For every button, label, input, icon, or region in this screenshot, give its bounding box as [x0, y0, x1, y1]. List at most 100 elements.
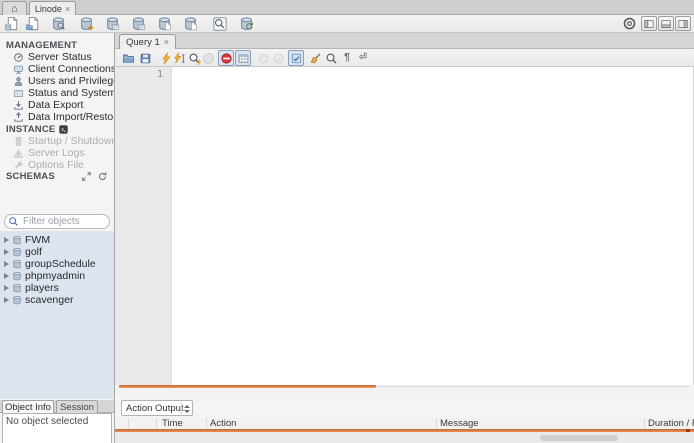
open-sql-script-button[interactable]: [24, 15, 42, 32]
data-export-icon: [13, 100, 24, 111]
main-toolbar: [0, 15, 694, 33]
output-scrollbar-thumb[interactable]: [540, 435, 618, 441]
execute-lightning-icon: [160, 52, 173, 65]
sidebar-item-status-system-variables[interactable]: Status and System Variables: [0, 87, 114, 99]
column-separator: [644, 418, 645, 429]
inspector-icon: [51, 16, 66, 31]
beautify-button[interactable]: [307, 50, 323, 66]
create-view-icon: [131, 16, 146, 31]
connection-tab-linode[interactable]: Linode ×: [29, 1, 76, 15]
schema-item-phpmyadmin[interactable]: phpmyadmin: [0, 270, 114, 282]
column-header-time[interactable]: Time: [162, 418, 183, 429]
expand-icon: [81, 171, 92, 182]
toggle-stop-on-error-button[interactable]: [218, 50, 234, 66]
search-settings-button[interactable]: [620, 15, 638, 32]
sidebar-item-server-logs[interactable]: Server Logs: [0, 147, 114, 159]
sidebar-item-data-export[interactable]: Data Export: [0, 99, 114, 111]
rollback-icon: [272, 52, 285, 65]
schema-item-groupschedule[interactable]: groupSchedule: [0, 258, 114, 270]
commit-button[interactable]: [255, 50, 271, 66]
line-number: 1: [156, 69, 163, 80]
create-schema-button[interactable]: [77, 15, 95, 32]
limit-rows-button[interactable]: [235, 50, 251, 66]
schema-item-fwm[interactable]: FWM: [0, 234, 114, 246]
sql-editor-region: Query 1 × ¶ ⏎ 1 Action Output Time Actio…: [115, 33, 694, 443]
search-table-data-button[interactable]: [210, 15, 228, 32]
expand-arrow-icon[interactable]: [4, 297, 9, 303]
circle-gear-icon: [622, 16, 637, 31]
sidebar-item-data-import[interactable]: Data Import/Restore: [0, 111, 114, 123]
schema-icon: [12, 235, 22, 245]
stop-button[interactable]: [200, 50, 216, 66]
schema-icon: [12, 295, 22, 305]
sidebar-item-startup-shutdown[interactable]: Startup / Shutdown: [0, 135, 114, 147]
column-header-duration[interactable]: Duration / Fetch: [648, 418, 694, 429]
close-icon[interactable]: ×: [65, 4, 70, 14]
sidebar-item-client-connections[interactable]: Client Connections: [0, 63, 114, 75]
column-header-action[interactable]: Action: [210, 418, 236, 429]
output-type-select[interactable]: Action Output: [121, 400, 193, 416]
toggle-bottom-panel-button[interactable]: [658, 16, 674, 31]
tab-object-info[interactable]: Object Info: [2, 400, 54, 413]
create-table-button[interactable]: [103, 15, 121, 32]
close-icon[interactable]: ×: [164, 37, 169, 47]
schema-item-golf[interactable]: golf: [0, 246, 114, 258]
instance-title-label: INSTANCE: [6, 124, 56, 135]
sidebar-item-label: Users and Privileges: [28, 75, 114, 87]
create-view-button[interactable]: [129, 15, 147, 32]
limit-rows-grid-icon: [237, 52, 250, 65]
sidebar-item-label: Options File: [28, 159, 85, 171]
sidebar-item-users-privileges[interactable]: Users and Privileges: [0, 75, 114, 87]
create-table-icon: [105, 16, 120, 31]
tab-label: Session: [60, 401, 94, 413]
panel-bottom-icon: [660, 18, 672, 30]
expand-arrow-icon[interactable]: [4, 261, 9, 267]
rollback-button[interactable]: [270, 50, 286, 66]
wrap-text-button[interactable]: ⏎: [355, 50, 371, 66]
schema-item-scavenger[interactable]: scavenger: [0, 294, 114, 306]
schema-filter-input[interactable]: [4, 214, 110, 229]
sidebar-item-label: Data Import/Restore: [28, 111, 114, 123]
refresh-schemas-button[interactable]: [97, 171, 108, 182]
select-spinner-icon[interactable]: [181, 403, 190, 414]
sql-code-editor[interactable]: 1: [115, 67, 694, 385]
tab-session[interactable]: Session: [56, 400, 98, 413]
new-sql-tab-button[interactable]: [3, 15, 21, 32]
schema-label: players: [25, 282, 59, 294]
panel-splitter[interactable]: [115, 388, 694, 396]
instance-badge-icon: [58, 124, 69, 135]
toggle-autocommit-button[interactable]: [288, 50, 304, 66]
output-table-header: Time Action Message Duration / Fetch: [115, 418, 694, 429]
sidebar: MANAGEMENT Server Status Client Connecti…: [0, 33, 114, 443]
schema-icon: [12, 259, 22, 269]
system-variables-icon: [13, 88, 24, 99]
toggle-left-panel-button[interactable]: [641, 16, 657, 31]
reconnect-dbms-button[interactable]: [237, 15, 255, 32]
expand-arrow-icon[interactable]: [4, 237, 9, 243]
toggle-right-panel-button[interactable]: [675, 16, 691, 31]
sidebar-item-server-status[interactable]: Server Status: [0, 51, 114, 63]
schema-label: scavenger: [25, 294, 74, 306]
expand-arrow-icon[interactable]: [4, 285, 9, 291]
management-title-label: MANAGEMENT: [6, 40, 78, 51]
beautify-broom-icon: [309, 52, 322, 65]
expand-arrow-icon[interactable]: [4, 273, 9, 279]
client-connections-icon: [13, 64, 24, 75]
panel-right-icon: [677, 18, 689, 30]
column-header-message[interactable]: Message: [440, 418, 479, 429]
expand-schemas-button[interactable]: [81, 171, 92, 182]
find-button[interactable]: [323, 50, 339, 66]
open-file-icon: [122, 52, 135, 65]
save-script-button[interactable]: [137, 50, 153, 66]
home-tab[interactable]: ⌂: [2, 1, 27, 15]
tab-query-1[interactable]: Query 1 ×: [119, 34, 177, 49]
expand-arrow-icon[interactable]: [4, 249, 9, 255]
sidebar-item-options-file[interactable]: Options File: [0, 159, 114, 171]
schema-item-players[interactable]: players: [0, 282, 114, 294]
create-procedure-button[interactable]: [155, 15, 173, 32]
inspector-button[interactable]: [49, 15, 67, 32]
autocommit-icon: [290, 52, 303, 65]
invisible-chars-button[interactable]: ¶: [339, 50, 355, 66]
open-script-button[interactable]: [120, 50, 136, 66]
create-function-button[interactable]: [181, 15, 199, 32]
